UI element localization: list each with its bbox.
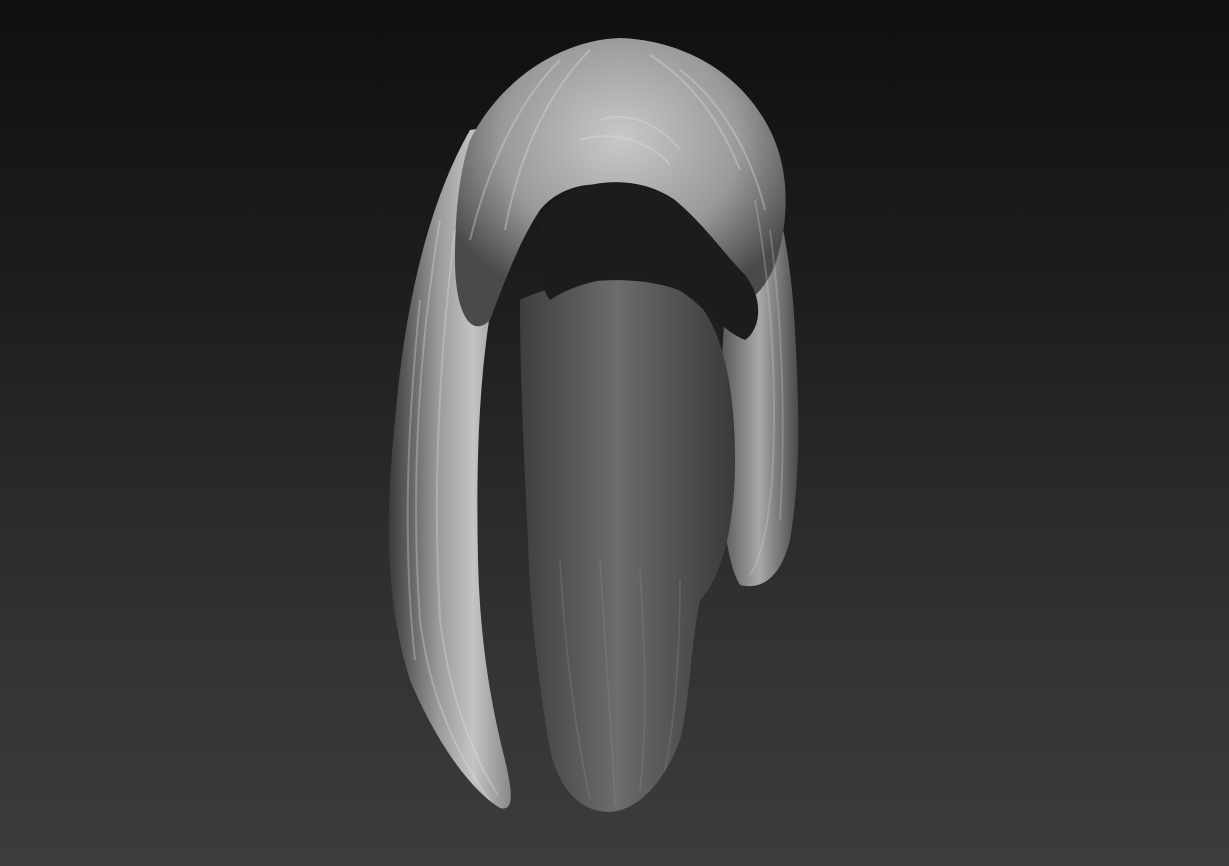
viewport-canvas[interactable] bbox=[0, 0, 1229, 866]
hair-sculpt-icon bbox=[388, 38, 799, 812]
back-hair-panel bbox=[520, 280, 735, 812]
